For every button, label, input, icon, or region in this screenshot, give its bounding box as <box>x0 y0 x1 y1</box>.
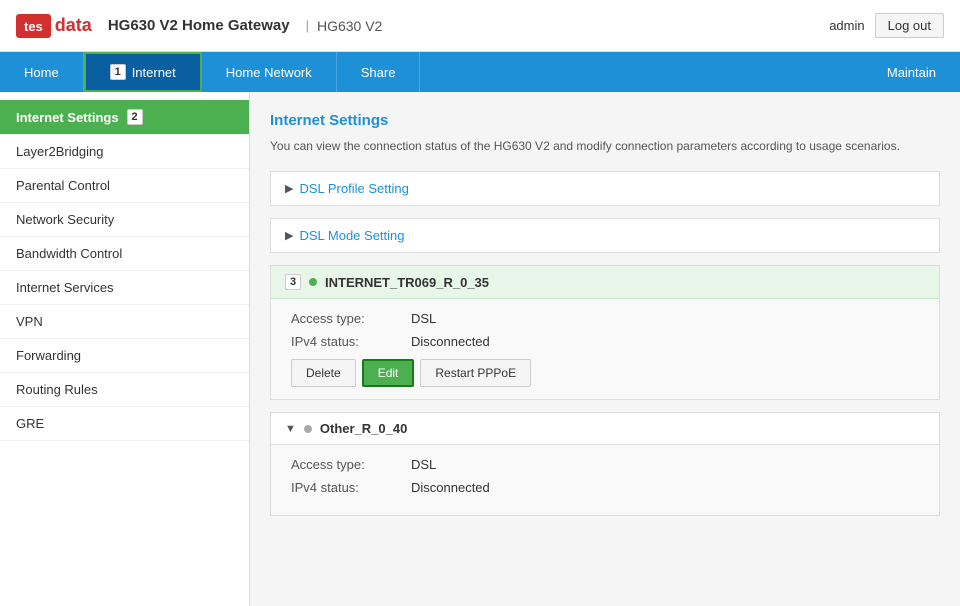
sidebar-item-internet-services[interactable]: Internet Services <box>0 271 249 305</box>
sidebar: Internet Settings 2 Layer2Bridging Paren… <box>0 92 250 606</box>
conn-1-edit-button[interactable]: Edit <box>362 359 415 387</box>
conn-badge-3: 3 <box>285 274 301 290</box>
conn-1-status-dot <box>309 278 317 286</box>
conn-2-ipv4-row: IPv4 status: Disconnected <box>291 480 919 495</box>
nav-item-share[interactable]: Share <box>337 52 421 92</box>
conn-1-body: Access type: DSL IPv4 status: Disconnect… <box>271 299 939 399</box>
connection-1: 3 INTERNET_TR069_R_0_35 Access type: DSL… <box>270 265 940 400</box>
content-description: You can view the connection status of th… <box>270 137 940 155</box>
conn-2-ipv4-label: IPv4 status: <box>291 480 411 495</box>
nav-item-maintain[interactable]: Maintain <box>863 52 960 92</box>
nav-badge-1: 1 <box>110 64 126 80</box>
main-layout: Internet Settings 2 Layer2Bridging Paren… <box>0 92 960 606</box>
conn-2-ipv4-value: Disconnected <box>411 480 490 495</box>
sidebar-item-routing-rules[interactable]: Routing Rules <box>0 373 249 407</box>
nav-item-internet[interactable]: 1 Internet <box>84 52 202 92</box>
content-area: Internet Settings You can view the conne… <box>250 92 960 606</box>
nav-bar: Home 1 Internet Home Network Share Maint… <box>0 52 960 92</box>
conn-1-access-type-value: DSL <box>411 311 436 326</box>
conn-1-ipv4-row: IPv4 status: Disconnected <box>291 334 919 349</box>
admin-label: admin <box>829 18 864 33</box>
nav-spacer <box>420 52 862 92</box>
nav-item-home[interactable]: Home <box>0 52 84 92</box>
sidebar-item-gre[interactable]: GRE <box>0 407 249 441</box>
conn-1-restart-button[interactable]: Restart PPPoE <box>420 359 531 387</box>
sidebar-item-internet-settings[interactable]: Internet Settings 2 <box>0 100 249 135</box>
conn-1-ipv4-value: Disconnected <box>411 334 490 349</box>
logo: tes data <box>16 14 92 38</box>
conn-2-title: Other_R_0_40 <box>320 421 407 436</box>
conn-1-title: INTERNET_TR069_R_0_35 <box>325 275 489 290</box>
header-subtitle: HG630 V2 <box>317 18 382 34</box>
sidebar-item-bandwidth-control[interactable]: Bandwidth Control <box>0 237 249 271</box>
conn-1-access-type-label: Access type: <box>291 311 411 326</box>
nav-item-home-network[interactable]: Home Network <box>202 52 337 92</box>
conn-2-arrow: ▼ <box>285 423 296 435</box>
section-dsl-mode[interactable]: ▶ DSL Mode Setting <box>270 218 940 253</box>
conn-2-access-type-row: Access type: DSL <box>291 457 919 472</box>
connection-2: ▼ Other_R_0_40 Access type: DSL IPv4 sta… <box>270 412 940 516</box>
conn-2-header[interactable]: ▼ Other_R_0_40 <box>271 413 939 445</box>
conn-2-access-type-label: Access type: <box>291 457 411 472</box>
conn-1-ipv4-label: IPv4 status: <box>291 334 411 349</box>
conn-2-status-dot <box>304 425 312 433</box>
dsl-profile-label: DSL Profile Setting <box>299 181 408 196</box>
logout-button[interactable]: Log out <box>875 13 944 38</box>
dsl-mode-arrow: ▶ <box>285 229 293 242</box>
dsl-profile-arrow: ▶ <box>285 182 293 195</box>
conn-1-delete-button[interactable]: Delete <box>291 359 356 387</box>
conn-2-access-type-value: DSL <box>411 457 436 472</box>
conn-1-actions: Delete Edit Restart PPPoE <box>291 359 919 387</box>
sidebar-item-layer2bridging[interactable]: Layer2Bridging <box>0 135 249 169</box>
logo-data-text: data <box>55 15 92 36</box>
sidebar-item-network-security[interactable]: Network Security <box>0 203 249 237</box>
content-title: Internet Settings <box>270 112 940 129</box>
conn-1-access-type-row: Access type: DSL <box>291 311 919 326</box>
dsl-mode-label: DSL Mode Setting <box>299 228 404 243</box>
sidebar-item-vpn[interactable]: VPN <box>0 305 249 339</box>
sidebar-item-parental-control[interactable]: Parental Control <box>0 169 249 203</box>
logo-brand: tes <box>16 14 51 38</box>
conn-1-header[interactable]: 3 INTERNET_TR069_R_0_35 <box>271 266 939 299</box>
conn-2-body: Access type: DSL IPv4 status: Disconnect… <box>271 445 939 515</box>
sidebar-item-forwarding[interactable]: Forwarding <box>0 339 249 373</box>
header-right: admin Log out <box>829 13 944 38</box>
section-dsl-profile[interactable]: ▶ DSL Profile Setting <box>270 171 940 206</box>
sidebar-badge-2: 2 <box>127 109 143 125</box>
header-title: HG630 V2 Home Gateway <box>108 17 290 34</box>
header-separator: | <box>306 18 309 33</box>
header: tes data HG630 V2 Home Gateway | HG630 V… <box>0 0 960 52</box>
